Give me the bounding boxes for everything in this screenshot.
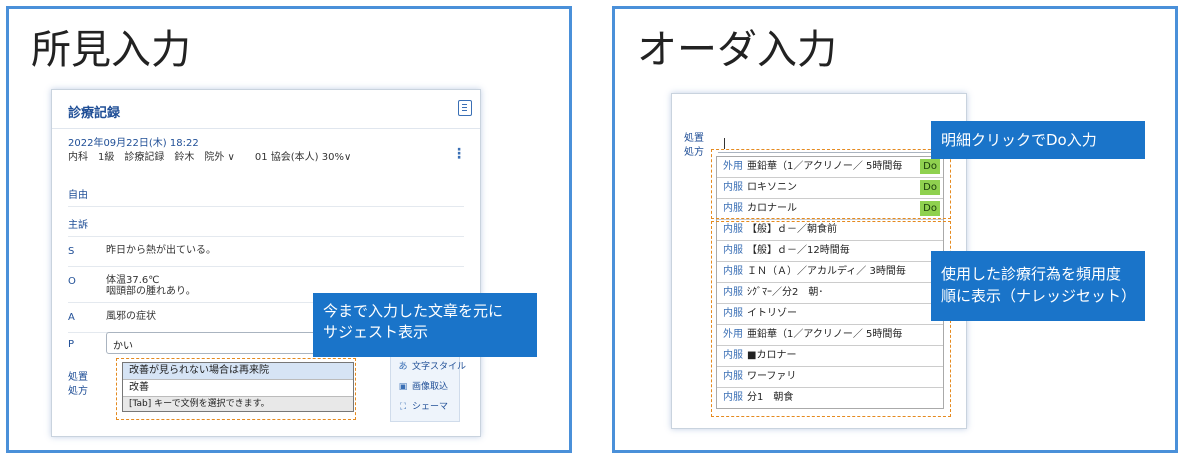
field-label: P [68,339,75,350]
record-header: 診療記録 [52,90,480,129]
text-style-icon: あ [398,362,408,372]
field-value: 昨日から熱が出ている。 [106,245,216,256]
tool-label: シェーマ [412,402,449,412]
left-panel-title: 所見入力 [31,27,191,73]
clinical-record-window: 診療記録 2022年09月22日(木) 18:22 内科 1級 診療記録 鈴木 … [51,89,481,437]
tool-label: 文字スタイル [412,362,467,372]
do-items-frame [711,149,951,219]
left-panel: 所見入力 診療記録 2022年09月22日(木) 18:22 内科 1級 診療記… [6,6,572,453]
do-callout: 明細クリックでDo入力 [931,121,1145,159]
knowledge-callout: 使用した診療行為を頻用度 順に表示（ナレッジセット） [931,251,1145,321]
image-import-button[interactable]: ▣ 画像取込 [391,377,459,397]
field-label: S [68,246,75,257]
field-label: 自由 [68,190,88,201]
field-value: 体温37.6℃ 咽頭部の腫れあり。 [106,275,196,297]
knowledge-items-frame [711,221,951,417]
suggestion-item[interactable]: 改善が見られない場合は再来院 [123,363,353,380]
suggestion-footer: [Tab] キーで文例を選択できます。 [123,397,353,411]
image-icon: ▣ [398,382,408,392]
right-panel: オーダ入力 処置 処方 外用 亜鉛華（1／アクリノー／ 5時間毎 Do 内服 ロキソニ… [612,6,1178,453]
field-label: O [68,276,76,287]
record-title: 診療記録 [68,106,121,121]
record-meta[interactable]: 内科 1級 診療記録 鈴木 院外 ∨ 01 協会(本人) 30%∨ [68,148,351,163]
schema-button[interactable]: ⛶ シェーマ [391,397,459,417]
order-field-label: 処置 処方 [684,133,704,158]
record-date: 2022年09月22日(木) 18:22 [68,138,199,149]
field-label: 主訴 [68,220,88,231]
field-row-s[interactable]: S 昨日から熱が出ている。 [68,238,464,267]
text-style-button[interactable]: あ文字スタイル [391,357,466,377]
field-value: 風邪の症状 [106,311,156,322]
suggestion-item[interactable]: 改善 [123,380,353,397]
field-row-chief-complaint[interactable]: 主訴 [68,208,464,237]
suggest-callout: 今まで入力した文章を元に サジェスト表示 [313,293,537,357]
prescription-label: 処置 処方 [68,372,88,397]
right-panel-title: オーダ入力 [637,27,837,73]
input-tools: あ文字スタイル ▣ 画像取込 ⛶ シェーマ [390,356,466,422]
field-label: A [68,312,75,323]
copy-icon[interactable] [458,100,472,116]
kebab-menu-icon[interactable]: ⋮ [452,146,466,162]
schema-icon: ⛶ [399,402,407,412]
suggestion-list: 改善が見られない場合は再来院 改善 [Tab] キーで文例を選択できます。 [122,362,354,412]
tool-label: 画像取込 [412,382,449,392]
field-row-free[interactable]: 自由 [68,178,464,207]
